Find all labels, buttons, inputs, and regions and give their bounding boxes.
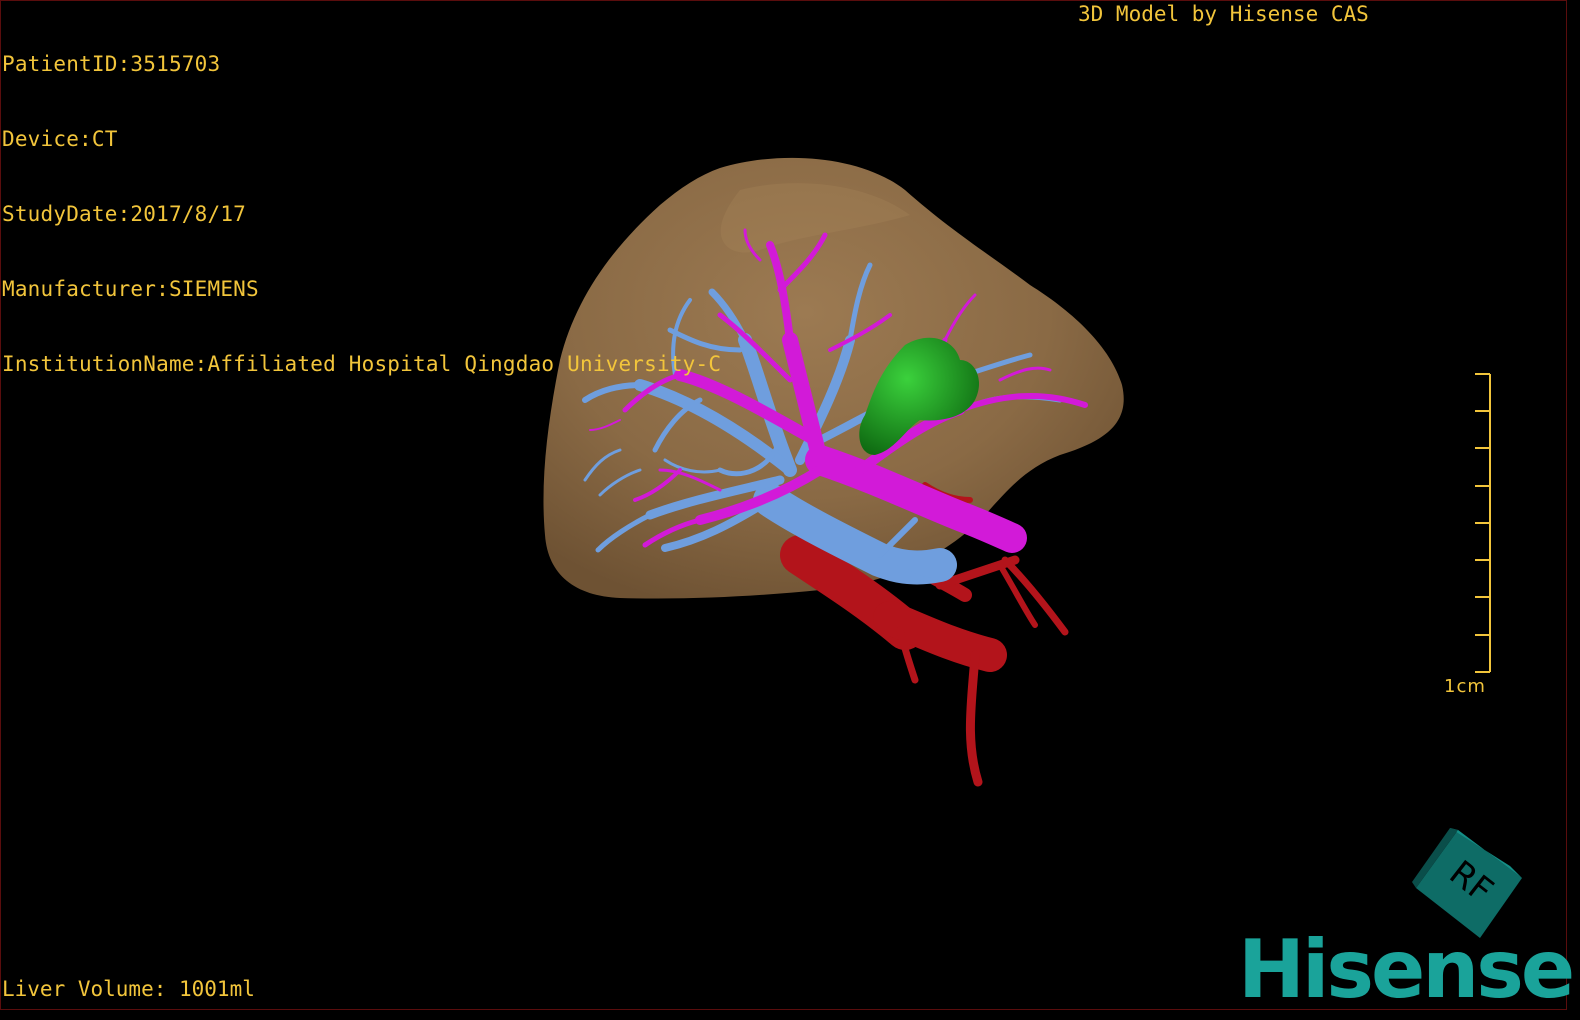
patient-id-text: PatientID:3515703 (2, 52, 221, 76)
dicom-info-panel: PatientID:3515703 Device:CT StudyDate:20… (2, 2, 721, 402)
device-text: Device:CT (2, 127, 118, 151)
institution-text: InstitutionName:Affiliated Hospital Qing… (2, 352, 722, 376)
manufacturer-text: Manufacturer:SIEMENS (2, 277, 259, 301)
study-date-text: StudyDate:2017/8/17 (2, 202, 247, 226)
hisense-logo: Hisense (1238, 923, 1575, 1016)
scale-label: 1cm (1444, 676, 1486, 697)
liver-volume-text: Liver Volume: 1001ml (2, 977, 255, 1001)
model-title: 3D Model by Hisense CAS (1078, 2, 1369, 26)
scale-bar (1475, 373, 1491, 673)
